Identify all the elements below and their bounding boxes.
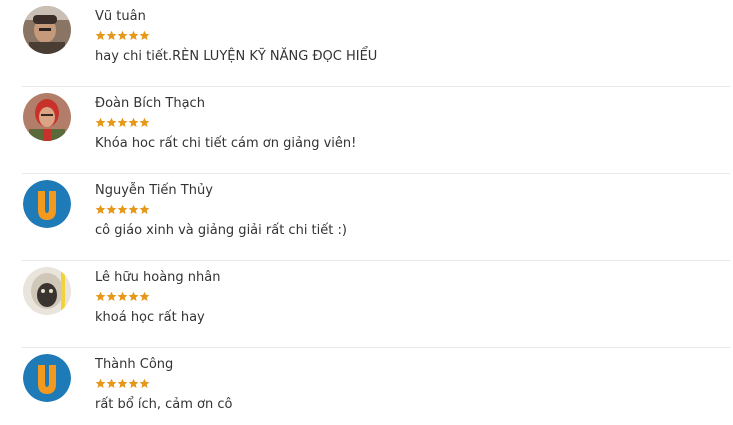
star-icon: [106, 378, 117, 388]
star-icon: [95, 378, 106, 388]
review-item: Đoàn Bích Thạch Khóa hoc rất chi tiết cá…: [0, 87, 730, 174]
avatar: [23, 267, 71, 315]
review-text: rất bổ ích, cảm ơn cô: [95, 397, 233, 412]
star-icon: [95, 30, 106, 40]
star-icon: [95, 291, 106, 301]
star-icon: [117, 291, 128, 301]
star-icon: [139, 204, 150, 214]
reviewer-name: Đoàn Bích Thạch: [95, 96, 205, 111]
star-icon: [95, 204, 106, 214]
reviewer-name: Vũ tuân: [95, 9, 146, 24]
star-icon: [106, 291, 117, 301]
avatar: [23, 180, 71, 228]
star-icon: [117, 30, 128, 40]
star-icon: [139, 291, 150, 301]
review-text: cô giáo xinh và giảng giải rất chi tiết …: [95, 223, 347, 238]
star-icon: [128, 291, 139, 301]
review-item: Vũ tuân hay chi tiết.RÈN LUYỆN KỸ NĂNG Đ…: [0, 0, 730, 87]
star-icon: [117, 378, 128, 388]
star-icon: [128, 378, 139, 388]
star-icon: [128, 204, 139, 214]
star-icon: [95, 117, 106, 127]
star-icon: [139, 378, 150, 388]
review-list: Vũ tuân hay chi tiết.RÈN LUYỆN KỸ NĂNG Đ…: [0, 0, 733, 425]
star-rating: [95, 204, 150, 216]
avatar: [23, 354, 71, 402]
reviewer-name: Lê hữu hoàng nhân: [95, 270, 221, 285]
star-icon: [106, 30, 117, 40]
avatar: [23, 93, 71, 141]
star-rating: [95, 117, 150, 129]
star-rating: [95, 378, 150, 390]
star-rating: [95, 291, 150, 303]
avatar: [23, 6, 71, 54]
star-icon: [117, 117, 128, 127]
review-text: Khóa hoc rất chi tiết cám ơn giảng viên!: [95, 136, 357, 151]
star-icon: [128, 30, 139, 40]
star-icon: [106, 204, 117, 214]
star-rating: [95, 30, 150, 42]
review-text: khoá học rất hay: [95, 310, 205, 325]
review-item: Lê hữu hoàng nhân khoá học rất hay: [0, 261, 730, 348]
review-item: Nguyễn Tiến Thủy cô giáo xinh và giảng g…: [0, 174, 730, 261]
star-icon: [139, 117, 150, 127]
star-icon: [106, 117, 117, 127]
review-item: Thành Công rất bổ ích, cảm ơn cô: [0, 348, 730, 425]
reviewer-name: Thành Công: [95, 357, 174, 372]
reviewer-name: Nguyễn Tiến Thủy: [95, 183, 213, 198]
star-icon: [139, 30, 150, 40]
star-icon: [128, 117, 139, 127]
star-icon: [117, 204, 128, 214]
review-text: hay chi tiết.RÈN LUYỆN KỸ NĂNG ĐỌC HIỂU: [95, 49, 378, 64]
